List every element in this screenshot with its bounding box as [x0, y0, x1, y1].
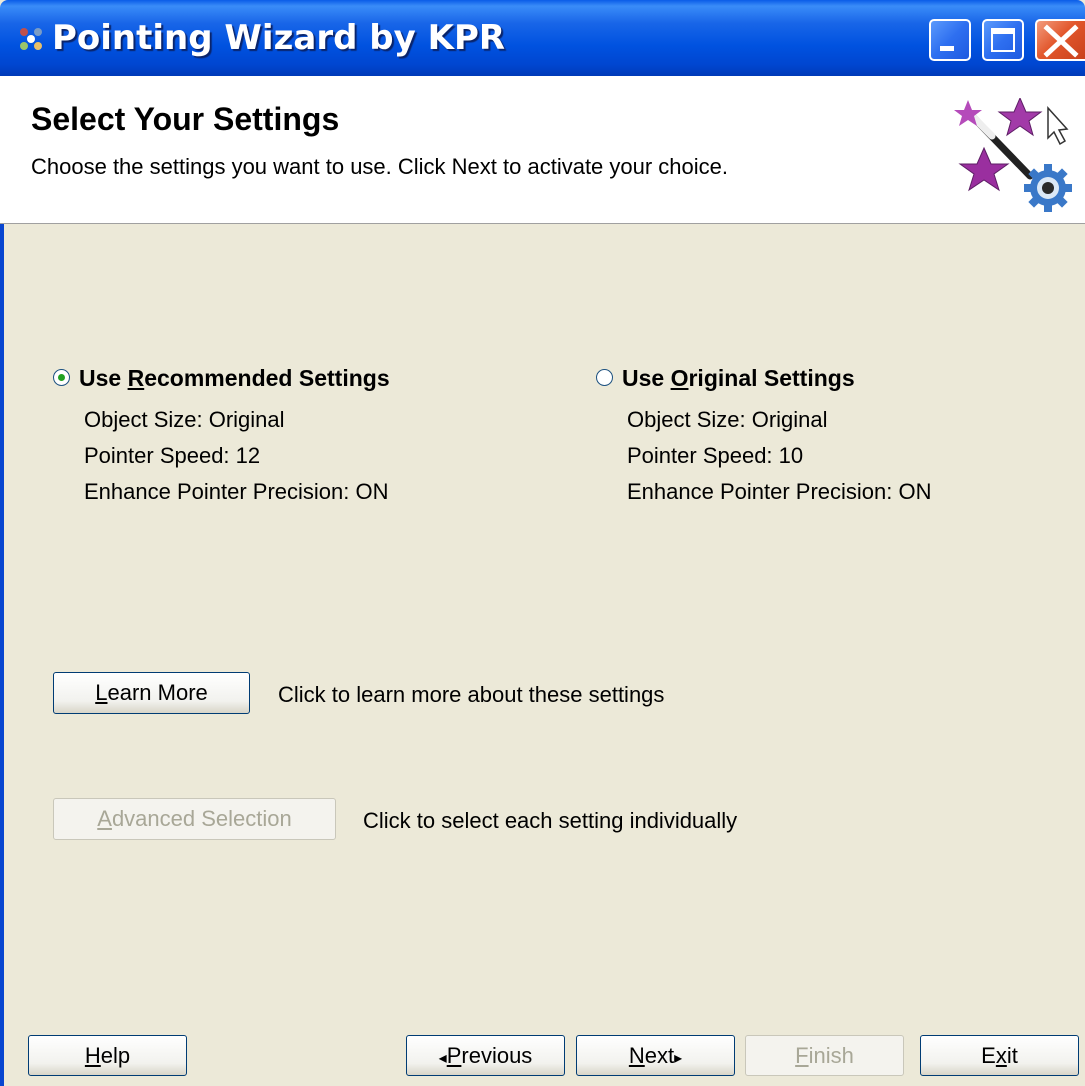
close-button[interactable] [1035, 19, 1085, 61]
minimize-button[interactable] [929, 19, 971, 61]
finish-button[interactable]: Finish [745, 1035, 904, 1076]
exit-button[interactable]: Exit [920, 1035, 1079, 1076]
maximize-icon [991, 28, 1015, 52]
title-bar[interactable]: Pointing Wizard by KPR [0, 0, 1085, 76]
recommended-object-size: Object Size: Original [84, 407, 285, 432]
option-recommended-label[interactable]: Use Recommended Settings [79, 365, 390, 392]
recommended-pointer-speed: Pointer Speed: 12 [84, 443, 261, 468]
minimize-icon [940, 46, 954, 51]
option-original-label[interactable]: Use Original Settings [622, 365, 855, 392]
radio-checked-icon[interactable] [53, 369, 70, 386]
maximize-button[interactable] [982, 19, 1024, 61]
recommended-precision: Enhance Pointer Precision: ON [84, 479, 389, 504]
window-title: Pointing Wizard by KPR [52, 18, 506, 58]
next-arrow-icon: ▸ [674, 1050, 683, 1067]
next-button[interactable]: Next▸ [576, 1035, 735, 1076]
radio-unchecked-icon[interactable] [596, 369, 613, 386]
original-precision: Enhance Pointer Precision: ON [627, 479, 932, 504]
original-pointer-speed: Pointer Speed: 10 [627, 443, 804, 468]
original-object-size: Object Size: Original [627, 407, 828, 432]
window-frame-left [0, 76, 4, 1086]
wizard-wand-icon [954, 98, 1072, 212]
previous-arrow-icon: ◂ [438, 1050, 447, 1067]
page-subtitle: Choose the settings you want to use. Cli… [31, 154, 729, 179]
learn-more-button[interactable]: Learn More [53, 672, 250, 714]
learn-more-hint: Click to learn more about these settings [278, 682, 665, 707]
app-icon [20, 28, 42, 50]
close-icon [1043, 24, 1079, 58]
previous-button[interactable]: ◂Previous [406, 1035, 565, 1076]
wizard-header: Select Your Settings Choose the settings… [0, 76, 1085, 224]
help-button[interactable]: Help [28, 1035, 187, 1076]
advanced-selection-hint: Click to select each setting individuall… [363, 808, 738, 833]
page-title: Select Your Settings [31, 101, 340, 137]
advanced-selection-button[interactable]: Advanced Selection [53, 798, 336, 840]
